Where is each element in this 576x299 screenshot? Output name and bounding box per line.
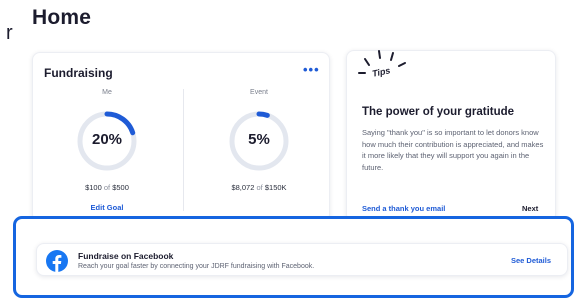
event-progress-ring: 5% xyxy=(227,109,291,173)
me-raised: $100 xyxy=(85,183,102,192)
tips-card: Tips The power of your gratitude Saying … xyxy=(346,50,556,222)
me-amount: $100 of $500 xyxy=(33,183,181,192)
event-raised: $8,072 xyxy=(231,183,255,192)
event-percent: 5% xyxy=(248,131,270,148)
next-tip-button[interactable]: Next xyxy=(522,204,538,213)
tips-heading: The power of your gratitude xyxy=(362,106,515,118)
tips-body: Saying "thank you" is so important to le… xyxy=(362,128,544,173)
me-of: of xyxy=(103,183,111,192)
facebook-title: Fundraise on Facebook xyxy=(78,251,174,261)
send-thank-you-link[interactable]: Send a thank you email xyxy=(362,204,445,213)
cut-off-text: r xyxy=(6,22,13,44)
me-label: Me xyxy=(102,89,112,96)
me-progress-ring: 20% xyxy=(75,109,139,173)
facebook-icon xyxy=(46,250,68,272)
column-divider xyxy=(183,89,184,211)
see-details-link[interactable]: See Details xyxy=(511,256,551,265)
page-title: Home xyxy=(32,6,92,29)
event-amount: $8,072 of $150K xyxy=(185,183,333,192)
edit-goal-link[interactable]: Edit Goal xyxy=(33,203,181,212)
me-percent: 20% xyxy=(91,131,123,148)
me-progress-column: Me 20% $100 of $500 Edit Goal xyxy=(33,53,181,223)
fundraising-card: Fundraising ••• Me 20% $100 of $500 Edit… xyxy=(32,52,330,222)
event-progress-column: Event 5% $8,072 of $150K xyxy=(185,53,333,223)
event-label: Event xyxy=(250,89,268,96)
facebook-description: Reach your goal faster by connecting you… xyxy=(78,263,315,270)
facebook-card[interactable]: Fundraise on Facebook Reach your goal fa… xyxy=(36,243,568,276)
me-goal: $500 xyxy=(112,183,129,192)
facebook-highlight: Fundraise on Facebook Reach your goal fa… xyxy=(13,216,574,298)
event-of: of xyxy=(256,183,263,192)
event-goal: $150K xyxy=(264,183,287,192)
